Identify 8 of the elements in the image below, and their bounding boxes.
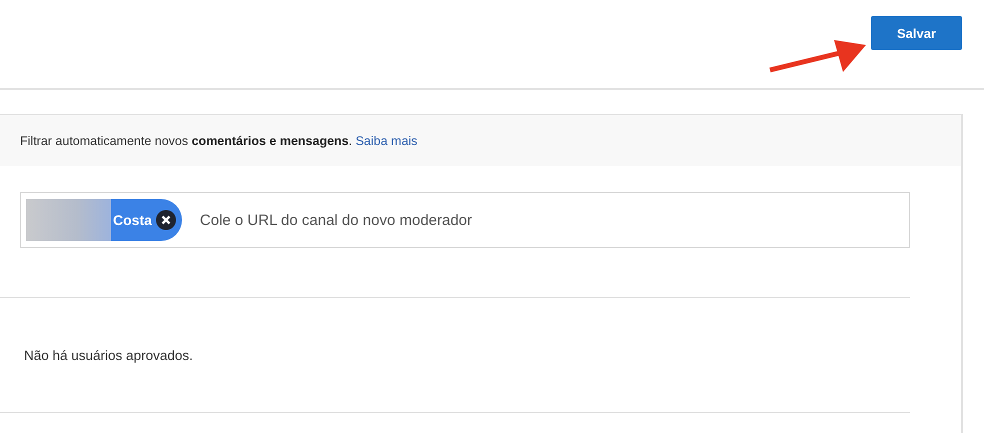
chip-label: Costa xyxy=(113,212,152,228)
learn-more-link[interactable]: Saiba mais xyxy=(356,134,418,148)
url-input[interactable]: Cole o URL do canal do novo moderador xyxy=(198,210,909,230)
close-icon[interactable] xyxy=(156,210,176,230)
save-button[interactable]: Salvar xyxy=(871,16,962,50)
filter-description: Filtrar automaticamente novos comentários e mensagens. Saiba mais xyxy=(20,134,418,148)
moderator-field[interactable]: Costa Cole o URL do canal do novo moderador xyxy=(20,192,910,248)
empty-message: Não há usuários aprovados. xyxy=(24,348,193,362)
